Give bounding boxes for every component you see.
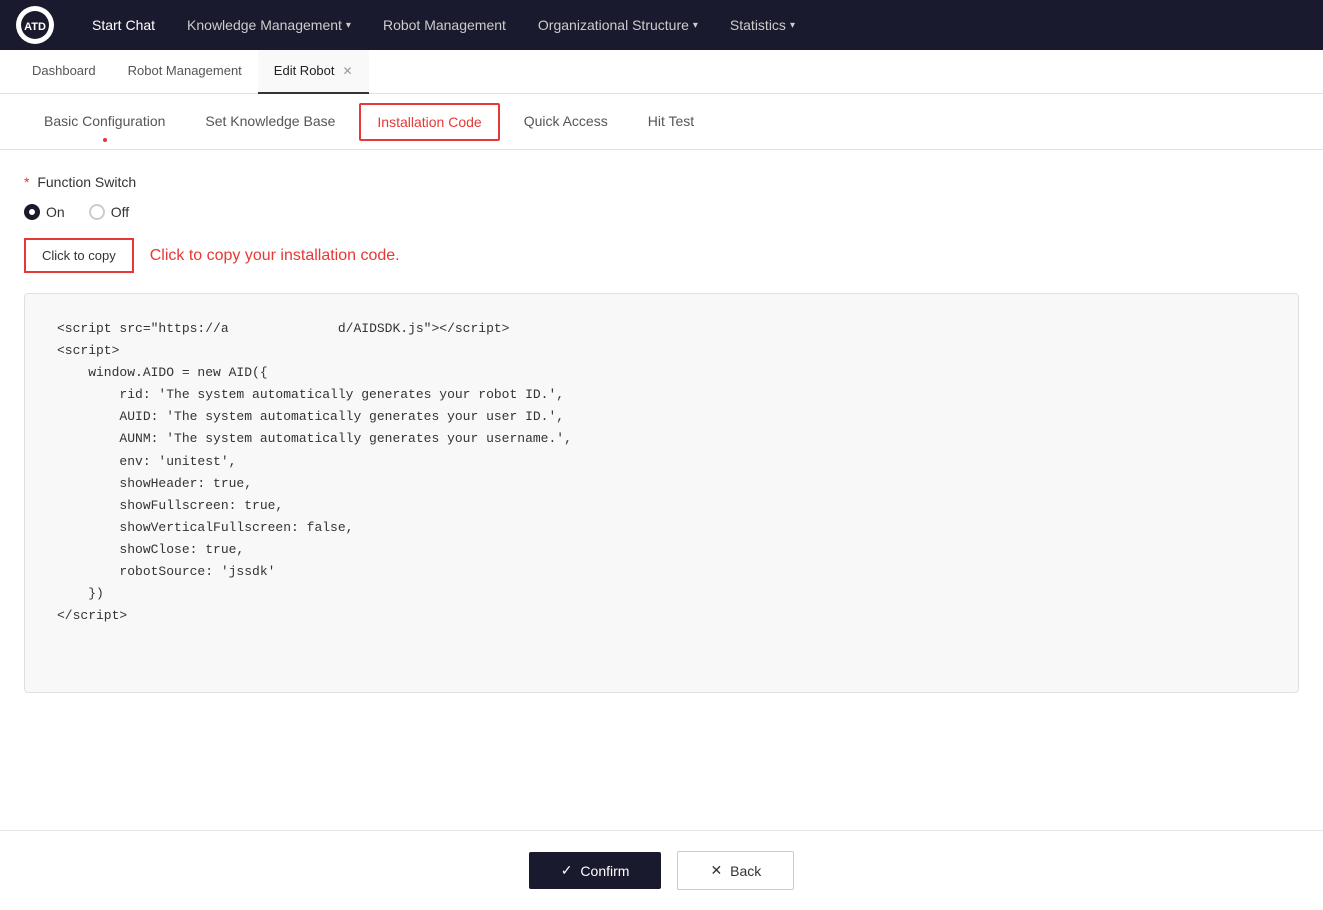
confirm-button[interactable]: ✓ Confirm [529,852,662,889]
radio-off-circle [89,204,105,220]
tab-installation-code-label: Installation Code [377,114,481,130]
nav-knowledge-management[interactable]: Knowledge Management ▾ [173,0,365,50]
svg-text:ATD: ATD [24,21,46,33]
breadcrumb-dashboard[interactable]: Dashboard [16,50,112,94]
code-line-10: showVerticalFullscreen: false, [57,520,353,535]
radio-on-label: On [46,204,65,220]
logo-icon: ATD [16,6,54,44]
sub-tabs: Basic Configuration Set Knowledge Base I… [0,94,1323,150]
code-line-14: </script> [57,608,127,623]
nav-statistics[interactable]: Statistics ▾ [716,0,809,50]
tab-set-knowledge-base-label: Set Knowledge Base [205,113,335,129]
nav-organizational-structure[interactable]: Organizational Structure ▾ [524,0,712,50]
code-line-7: env: 'unitest', [57,454,236,469]
code-line-3: window.AIDO = new AID({ [57,365,268,380]
page-body: * Function Switch On Off Click to copy C… [0,150,1323,830]
top-navigation: ATD Start Chat Knowledge Management ▾ Ro… [0,0,1323,50]
tab-hit-test-label: Hit Test [648,113,694,129]
back-label: Back [730,863,761,879]
nav-statistics-label: Statistics [730,17,786,33]
code-line-6: AUNM: 'The system automatically generate… [57,431,572,446]
tab-quick-access-label: Quick Access [524,113,608,129]
code-line-2: <script> [57,343,119,358]
tab-quick-access[interactable]: Quick Access [504,94,628,150]
copy-area: Click to copy Click to copy your install… [24,238,1299,273]
breadcrumb-edit-robot[interactable]: Edit Robot ✕ [258,50,369,94]
tab-dot-indicator [103,138,107,142]
code-line-4: rid: 'The system automatically generates… [57,387,564,402]
back-button[interactable]: ✕ Back [677,851,794,890]
chevron-down-icon: ▾ [693,20,698,31]
chevron-down-icon: ▾ [346,20,351,31]
nav-start-chat[interactable]: Start Chat [78,0,169,50]
close-tab-icon[interactable]: ✕ [343,64,353,78]
chevron-down-icon: ▾ [790,20,795,31]
nav-items: Start Chat Knowledge Management ▾ Robot … [78,0,809,50]
code-block: <script src="https://a d/AIDSDK.js"></sc… [24,293,1299,693]
breadcrumb-bar: Dashboard Robot Management Edit Robot ✕ [0,50,1323,94]
code-line-1: <script src="https://a d/AIDSDK.js"></sc… [57,321,510,336]
tab-installation-code[interactable]: Installation Code [359,103,499,141]
check-icon: ✓ [561,862,573,879]
footer-bar: ✓ Confirm ✕ Back [0,830,1323,910]
breadcrumb-edit-robot-label: Edit Robot [274,63,335,78]
radio-group: On Off [24,204,1299,220]
tab-basic-configuration[interactable]: Basic Configuration [24,94,185,150]
nav-start-chat-label: Start Chat [92,17,155,33]
code-line-9: showFullscreen: true, [57,498,283,513]
tab-hit-test[interactable]: Hit Test [628,94,714,150]
radio-off[interactable]: Off [89,204,129,220]
nav-knowledge-management-label: Knowledge Management [187,17,342,33]
function-switch-label: * Function Switch [24,174,1299,190]
nav-robot-management-label: Robot Management [383,17,506,33]
code-line-13: }) [57,586,104,601]
copy-button[interactable]: Click to copy [24,238,134,273]
nav-organizational-structure-label: Organizational Structure [538,17,689,33]
breadcrumb-robot-management[interactable]: Robot Management [112,50,258,94]
tab-basic-configuration-label: Basic Configuration [44,113,165,129]
nav-robot-management[interactable]: Robot Management [369,0,520,50]
radio-off-label: Off [111,204,129,220]
code-line-8: showHeader: true, [57,476,252,491]
close-icon: ✕ [710,862,722,879]
code-line-5: AUID: 'The system automatically generate… [57,409,564,424]
main-content: Basic Configuration Set Knowledge Base I… [0,94,1323,910]
breadcrumb-dashboard-label: Dashboard [32,63,96,78]
copy-hint-text: Click to copy your installation code. [150,247,400,265]
breadcrumb-robot-management-label: Robot Management [128,63,242,78]
confirm-label: Confirm [580,863,629,879]
function-switch-text: Function Switch [37,174,136,190]
code-line-11: showClose: true, [57,542,244,557]
radio-on-circle [24,204,40,220]
logo: ATD [16,6,54,44]
tab-set-knowledge-base[interactable]: Set Knowledge Base [185,94,355,150]
radio-on[interactable]: On [24,204,65,220]
code-line-12: robotSource: 'jssdk' [57,564,275,579]
required-marker: * [24,174,29,190]
